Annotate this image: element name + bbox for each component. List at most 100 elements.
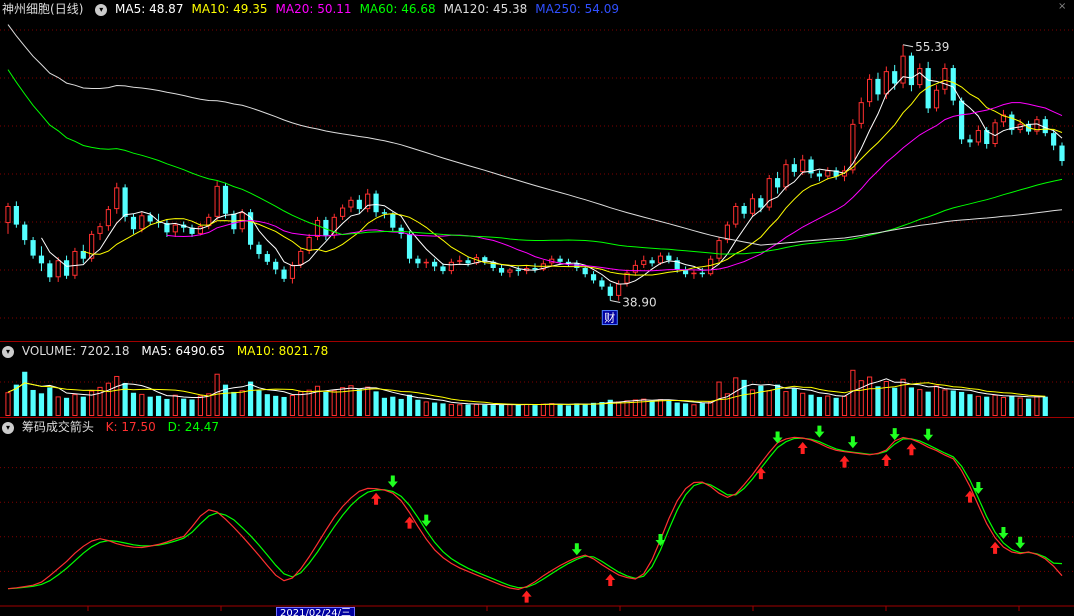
sell-arrow [889,428,900,441]
stock-period: (日线) [50,2,84,16]
volume-bar-up [800,392,806,416]
volume-bar-down [63,397,70,416]
ma-legend-item: MA60: 46.68 [359,2,436,16]
candle-up [800,159,806,172]
candle-down [967,139,973,143]
volume-bar-up [348,385,354,416]
candle-down [256,244,262,255]
candle-up [657,255,664,264]
price-panel[interactable]: 55.39 38.90 财 神州细胞(日线) ▾ MA5: 48.87 MA10: 4… [0,0,1074,340]
finance-marker: 财 [604,311,615,325]
candle-up [197,226,203,234]
indicator-title: 筹码成交箭头 [21,420,94,434]
volume-bar-down [984,396,990,416]
indicator-panel[interactable]: ▾ 筹码成交箭头 K: 17.50 D: 24.47 2021/02/24/三 [0,418,1074,616]
candle-up [289,264,296,279]
candle-down [498,268,505,273]
ma10-line [83,79,1063,276]
volume-bar-down [181,398,187,416]
volume-bar-up [473,403,480,416]
volume-bar-down [273,395,279,416]
candle-up [992,122,998,145]
close-icon[interactable]: × [1058,2,1068,12]
volume-bar-up [72,394,78,416]
candle-down [122,187,128,217]
indicator-chart[interactable] [0,418,1074,616]
volume-bar-down [791,388,797,416]
candle-down [607,286,613,296]
volume-bar-down [582,404,588,416]
ma20-line [166,102,1063,272]
indicator-d: D: 24.47 [167,420,220,434]
volume-bar-down [465,404,471,416]
volume-bar-up [691,404,697,417]
candle-down [47,263,53,278]
candle-down [1059,145,1065,162]
collapse-icon[interactable]: ▾ [2,345,14,358]
candle-down [758,198,764,208]
volume-bar-up [992,394,998,417]
volume-bar-down [256,390,262,416]
candle-up [306,237,312,251]
collapse-icon[interactable]: ▾ [2,421,14,434]
price-chart[interactable]: 55.39 38.90 财 [0,0,1074,340]
candle-up [942,68,948,90]
candle-down [666,255,672,261]
candle-down [130,216,137,230]
candle-up [691,272,697,275]
candle-up [5,206,11,224]
volume-panel[interactable]: ▾ VOLUME: 7202.18 MA5: 6490.65 MA10: 802… [0,342,1074,417]
candle-down [774,178,781,188]
candle-down [1042,119,1048,134]
volume-bar-down [440,403,446,416]
candle-down [599,280,605,287]
candle-up [72,250,78,276]
candle-down [892,71,898,84]
sell-arrow [998,527,1009,540]
volume-bar-down [231,391,237,416]
volume-bar-down [565,405,572,416]
volume-bar-down [666,400,672,416]
volume-bar-down [264,394,270,416]
date-cursor-label: 2021/02/24/三 [276,607,356,616]
collapse-icon[interactable]: ▾ [95,3,108,16]
volume-bar-up [549,403,555,416]
volume-bar-up [766,390,772,417]
sell-arrow [814,425,825,438]
candle-down [649,260,655,264]
volume-bar-down [22,371,28,416]
sell-arrow [1015,536,1026,549]
ma-legend-item: MA20: 50.11 [275,2,352,16]
volume-bar-up [289,395,296,416]
ma-legend-item: MA120: 45.38 [443,2,528,16]
candle-down [432,261,438,267]
sell-arrow [571,543,582,556]
candle-down [741,206,747,214]
sell-arrow [387,475,398,488]
volume-bar-down [758,385,764,416]
indicator-k: K: 17.50 [105,420,156,434]
ma-legend: MA5: 48.87 MA10: 49.35 MA20: 50.11 MA60: 46… [115,2,627,16]
volume-bar-down [415,399,421,416]
candle-up [783,164,789,188]
buy-arrow [797,442,808,455]
volume-bar-down [515,404,521,416]
candle-down [1051,133,1057,146]
volume-bar-up [524,403,530,416]
candle-up [348,199,354,208]
price-legend: 神州细胞(日线) ▾ MA5: 48.87 MA10: 49.35 MA20: 50… [0,0,627,18]
d-line [7,437,1063,590]
volume-bar-up [298,391,304,417]
candle-up [724,224,730,241]
candle-down [222,185,229,214]
volume-bar-down [164,398,170,416]
volume-bar-up [1034,395,1040,416]
stock-name-text: 神州细胞 [2,2,51,16]
candle-up [423,261,429,264]
volume-bar-down [247,381,254,416]
volume-bar-up [841,395,848,416]
volume-bar-down [381,397,388,416]
candle-up [933,89,940,109]
candle-up [883,71,889,95]
volume-bar-down [674,402,680,416]
